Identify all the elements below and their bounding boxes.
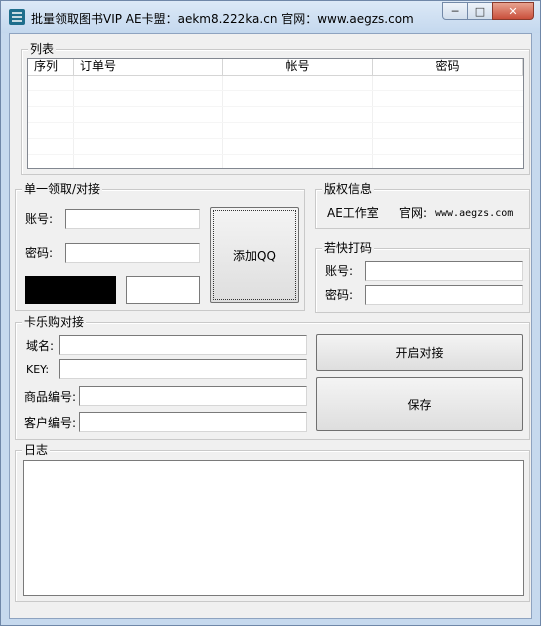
caption-buttons: ─ □ ✕ [442,2,534,20]
domain-label: 域名: [26,339,55,353]
captcha-image [25,276,116,304]
official-site-url: www.aegzs.com [435,208,514,219]
column-header-password[interactable]: 密码 [373,59,523,75]
official-site-label: 官网: [399,206,428,220]
key-input[interactable] [59,359,307,379]
minimize-button[interactable]: ─ [442,2,468,20]
captcha-account-label: 账号: [325,264,354,278]
single-account-input[interactable] [65,209,200,229]
captcha-input[interactable] [126,276,200,304]
copyright-group-title: 版权信息 [322,182,375,196]
studio-name: AE工作室 [327,206,379,220]
window-title: 批量领取图书VIP AE卡盟：aekm8.222ka.cn 官网：www.aeg… [31,12,414,26]
close-button[interactable]: ✕ [492,2,534,20]
single-claim-group-title: 单一领取/对接 [22,182,103,196]
save-button[interactable]: 保存 [316,377,523,431]
title-bar[interactable]: 批量领取图书VIP AE卡盟：aekm8.222ka.cn 官网：www.aeg… [1,1,540,33]
add-qq-button[interactable]: 添加QQ [210,207,299,303]
single-account-label: 账号: [25,212,54,226]
start-connect-button[interactable]: 开启对接 [316,334,523,371]
customer-id-label: 客户编号: [24,416,77,430]
captcha-account-input[interactable] [365,261,523,281]
captcha-password-label: 密码: [325,288,354,302]
single-password-input[interactable] [65,243,200,263]
customer-id-input[interactable] [79,412,307,432]
log-group-title: 日志 [22,443,51,457]
maximize-button[interactable]: □ [467,2,493,20]
single-password-label: 密码: [25,246,54,260]
product-id-input[interactable] [79,386,307,406]
product-id-label: 商品编号: [24,390,77,404]
captcha-password-input[interactable] [365,285,523,305]
order-list-view[interactable]: 序列 订单号 帐号 密码 [27,58,524,169]
column-header-account[interactable]: 帐号 [223,59,373,75]
list-group-title: 列表 [28,42,57,56]
captcha-service-group-title: 若快打码 [322,241,375,255]
key-label: KEY: [26,363,50,376]
column-header-index[interactable]: 序列 [28,59,74,75]
app-logo-icon [9,9,25,25]
column-header-order[interactable]: 订单号 [74,59,223,75]
client-area: 列表 序列 订单号 帐号 密码 单一领取/对接 账号: 密码: 添加QQ 版权信… [9,33,532,619]
list-header: 序列 订单号 帐号 密码 [28,59,523,76]
log-textarea[interactable] [23,460,524,596]
app-window: 批量领取图书VIP AE卡盟：aekm8.222ka.cn 官网：www.aeg… [0,0,541,626]
domain-input[interactable] [59,335,307,355]
kalegou-group-title: 卡乐购对接 [22,315,87,329]
list-body [28,76,523,168]
